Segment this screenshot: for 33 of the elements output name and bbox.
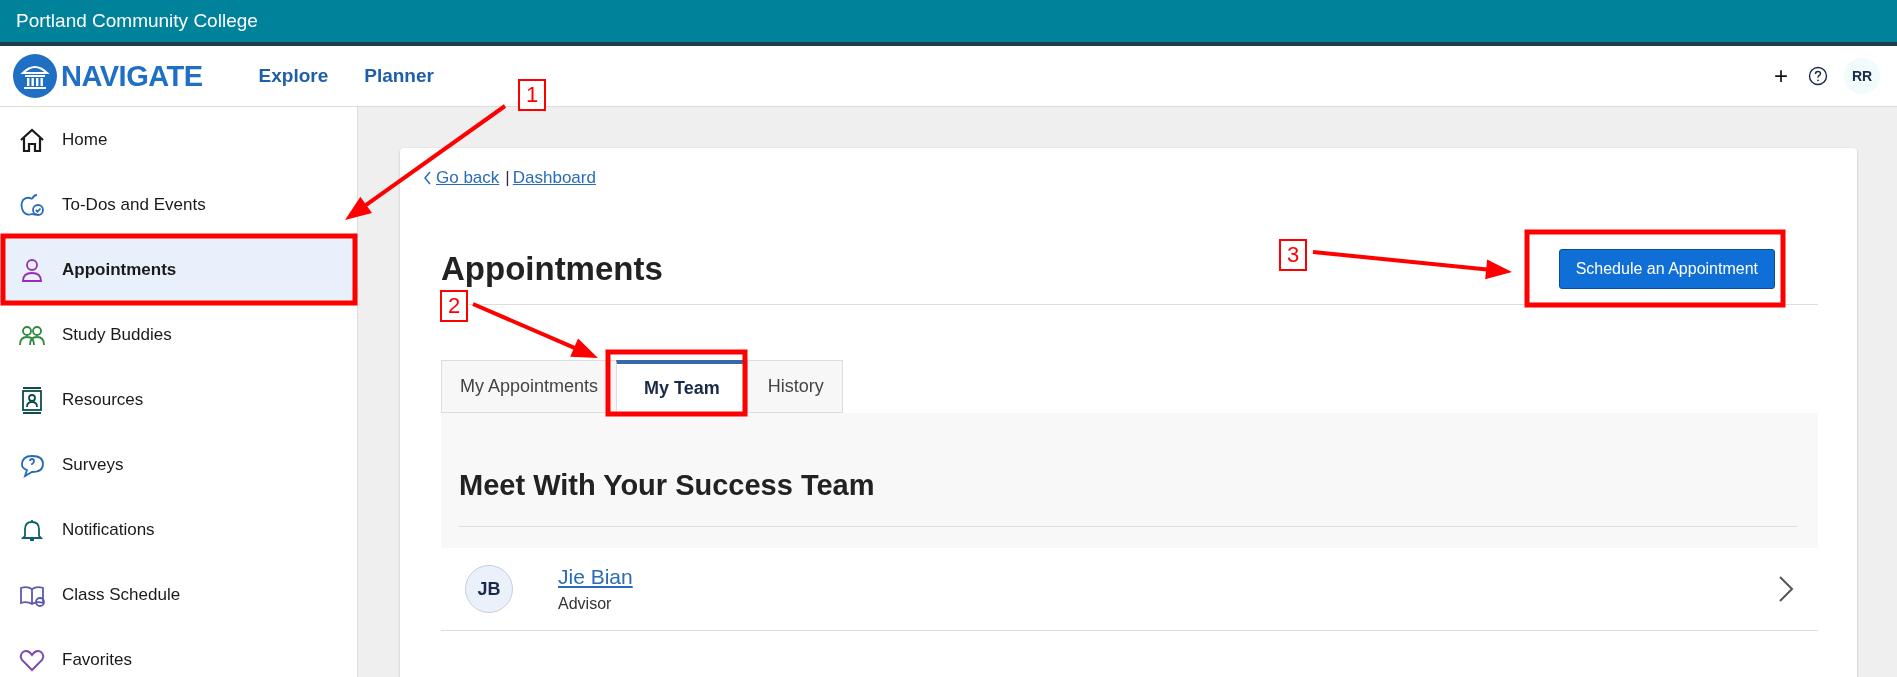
nav-link[interactable]: Planner — [364, 65, 434, 87]
annotation-number: 2 — [440, 290, 468, 322]
nav-link[interactable]: Explore — [258, 65, 329, 87]
sidebar-item[interactable]: Study Buddies — [0, 302, 357, 367]
chevron-left-icon — [423, 171, 432, 185]
sidebar-item[interactable]: Favorites — [0, 627, 357, 677]
team-member-row[interactable]: JB Jie Bian Advisor — [441, 548, 1818, 631]
member-avatar: JB — [465, 565, 513, 613]
section-title: Meet With Your Success Team — [459, 413, 1797, 527]
logo-text: NAVIGATE — [61, 59, 203, 93]
add-button[interactable]: + — [1770, 62, 1792, 90]
sidebar-item[interactable]: Resources — [0, 367, 357, 432]
schedule-appointment-button[interactable]: Schedule an Appointment — [1558, 249, 1775, 289]
annotation-number: 3 — [1279, 239, 1307, 271]
breadcrumb-separator: | — [505, 168, 510, 188]
member-name-link[interactable]: Jie Bian — [558, 565, 633, 589]
user-avatar[interactable]: RR — [1844, 58, 1880, 94]
annotation-number: 1 — [518, 79, 546, 111]
chevron-right-icon — [1778, 575, 1794, 603]
sidebar-item[interactable]: Notifications — [0, 497, 357, 562]
member-role: Advisor — [558, 595, 613, 613]
sidebar-item[interactable]: Home — [0, 107, 357, 172]
page-title: Appointments — [441, 250, 663, 288]
back-link[interactable]: Go back — [423, 168, 500, 188]
sidebar-item[interactable]: Surveys — [0, 432, 357, 497]
sidebar-item[interactable]: To-Dos and Events — [0, 172, 357, 237]
help-icon[interactable] — [1808, 66, 1828, 86]
tab[interactable]: History — [746, 360, 843, 413]
logo-icon — [13, 54, 57, 98]
tab[interactable]: My Appointments — [441, 360, 617, 413]
institution-name: Portland Community College — [16, 10, 258, 32]
dashboard-link[interactable]: Dashboard — [512, 168, 596, 188]
sidebar-item[interactable]: Class Schedule — [0, 562, 357, 627]
